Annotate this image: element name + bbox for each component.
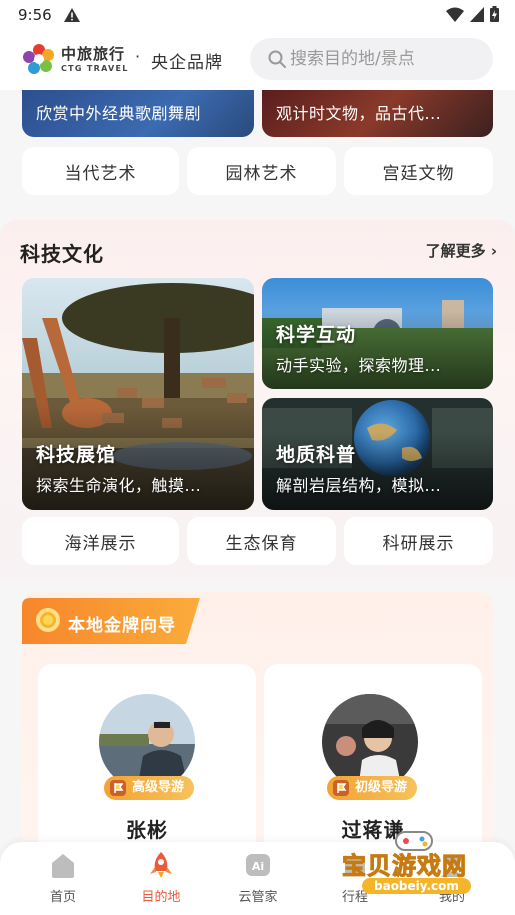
flag-icon <box>333 780 349 796</box>
science-interaction-title: 科学互动 <box>276 324 357 346</box>
status-bar: 9:56 <box>0 0 515 32</box>
guides-section-title: 本地金牌向导 <box>68 616 176 636</box>
watermark-url: baobeiy.com <box>362 878 471 894</box>
science-section: 科技文化 了解更多 › 科技展馆 探索生命演化，触摸... 科学互动 动手实验，… <box>0 220 515 580</box>
opera-card[interactable]: 欣赏中外经典歌剧舞剧 <box>22 90 254 137</box>
brand-name-en: CTG TRAVEL <box>61 64 129 73</box>
flag-icon <box>110 780 126 796</box>
tag-garden-art[interactable]: 园林艺术 <box>187 147 336 195</box>
home-icon <box>52 854 74 878</box>
science-museum-desc: 探索生命演化，触摸... <box>36 476 202 495</box>
guide-name: 张彬 <box>126 818 168 842</box>
tag-palace-relics[interactable]: 宫廷文物 <box>344 147 493 195</box>
timepiece-card-desc: 观计时文物，品古代... <box>276 104 442 123</box>
science-interaction-desc: 动手实验，探索物理... <box>276 356 442 375</box>
rocket-icon <box>150 852 172 878</box>
battery-icon <box>490 6 499 22</box>
learn-more-link[interactable]: 了解更多 › <box>426 240 497 261</box>
app-header: 中旅旅行 CTG TRAVEL · 央企品牌 <box>0 32 515 90</box>
ai-icon: Ai <box>246 854 270 876</box>
timepiece-card[interactable]: 观计时文物，品古代... <box>262 90 493 137</box>
tag-ecology[interactable]: 生态保育 <box>187 517 336 565</box>
warning-icon <box>64 8 80 22</box>
nav-home[interactable]: 首页 <box>23 850 103 905</box>
guide-level-label: 初级导游 <box>355 780 408 795</box>
nav-destination[interactable]: 目的地 <box>121 850 201 905</box>
search-icon <box>268 50 286 68</box>
main-content: 欣赏中外经典歌剧舞剧 观计时文物，品古代... 当代艺术 园林艺术 宫廷文物 科… <box>0 90 515 915</box>
nav-cloud-butler[interactable]: Ai 云管家 <box>218 850 298 905</box>
geology-desc: 解剖岩层结构，模拟... <box>276 476 442 495</box>
opera-card-desc: 欣赏中外经典歌剧舞剧 <box>36 104 202 123</box>
watermark-text: 宝贝游戏网 <box>342 852 467 881</box>
brand-tagline: 央企品牌 <box>151 53 223 73</box>
guide-level-badge: 高级导游 <box>104 776 195 800</box>
science-museum-title: 科技展馆 <box>36 444 117 466</box>
science-interaction-card[interactable]: 科学互动 动手实验，探索物理... <box>262 278 493 389</box>
nav-destination-label: 目的地 <box>141 890 181 905</box>
watermark: 宝贝游戏网 baobeiy.com <box>338 828 488 908</box>
signal-icon <box>470 6 484 22</box>
tag-ocean-exhibit[interactable]: 海洋展示 <box>22 517 179 565</box>
section-title: 科技文化 <box>20 242 104 266</box>
search-input[interactable] <box>290 38 486 80</box>
tag-contemporary-art[interactable]: 当代艺术 <box>22 147 179 195</box>
geology-card[interactable]: 地质科普 解剖岩层结构，模拟... <box>262 398 493 510</box>
guide-level-label: 高级导游 <box>132 780 185 795</box>
guide-level-badge: 初级导游 <box>327 776 418 800</box>
science-museum-card[interactable]: 科技展馆 探索生命演化，触摸... <box>22 278 254 510</box>
brand-separator: · <box>135 47 141 66</box>
nav-cloud-butler-label: 云管家 <box>238 890 278 905</box>
nav-home-label: 首页 <box>49 890 76 905</box>
ctg-logo-icon <box>23 44 54 74</box>
tag-research-exhibit[interactable]: 科研展示 <box>344 517 493 565</box>
guide-card[interactable]: 高级导游 张彬 <box>38 664 256 864</box>
search-bar[interactable] <box>250 38 493 80</box>
wifi-icon <box>446 7 464 22</box>
brand-name-cn: 中旅旅行 <box>61 45 126 63</box>
geology-title: 地质科普 <box>276 444 357 466</box>
status-time: 9:56 <box>18 6 52 24</box>
svg-text:Ai: Ai <box>252 860 264 873</box>
sun-medal-icon <box>36 608 60 632</box>
